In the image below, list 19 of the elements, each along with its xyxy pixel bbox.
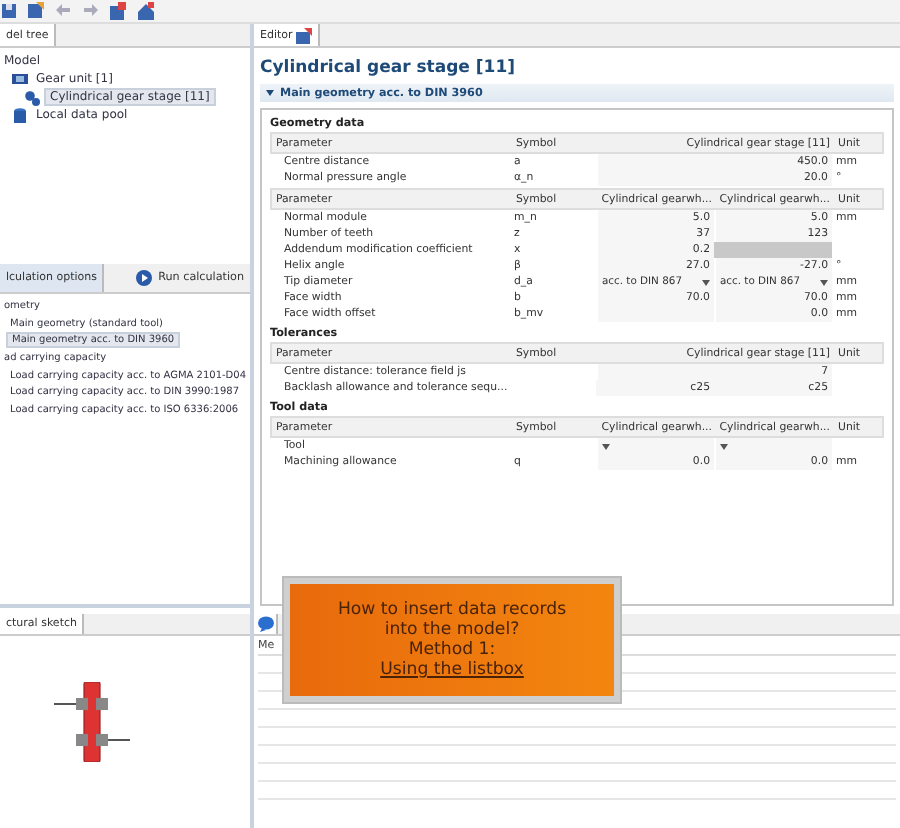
gears-icon — [24, 89, 40, 105]
listbox-link[interactable]: Using the listbox — [380, 660, 524, 680]
editor-icon — [296, 27, 313, 43]
disabled-cell — [714, 242, 832, 258]
document-icon[interactable] — [110, 2, 128, 20]
callout-text: Method 1: — [408, 640, 496, 660]
database-icon — [12, 107, 28, 123]
callout-text: into the model? — [384, 620, 520, 640]
speech-bubble-icon — [258, 616, 274, 632]
play-icon — [136, 270, 153, 286]
callout-text: How to insert data records — [337, 600, 567, 620]
editor-title: Cylindrical gear stage [11] — [258, 56, 517, 82]
gear-stage-drawing — [54, 682, 130, 762]
caret-icon — [266, 90, 274, 96]
house-icon[interactable] — [138, 2, 156, 20]
gearbox-icon — [12, 71, 28, 87]
save-as-icon[interactable] — [28, 2, 44, 20]
messages-tab[interactable] — [254, 614, 278, 634]
save-icon[interactable] — [2, 2, 18, 20]
